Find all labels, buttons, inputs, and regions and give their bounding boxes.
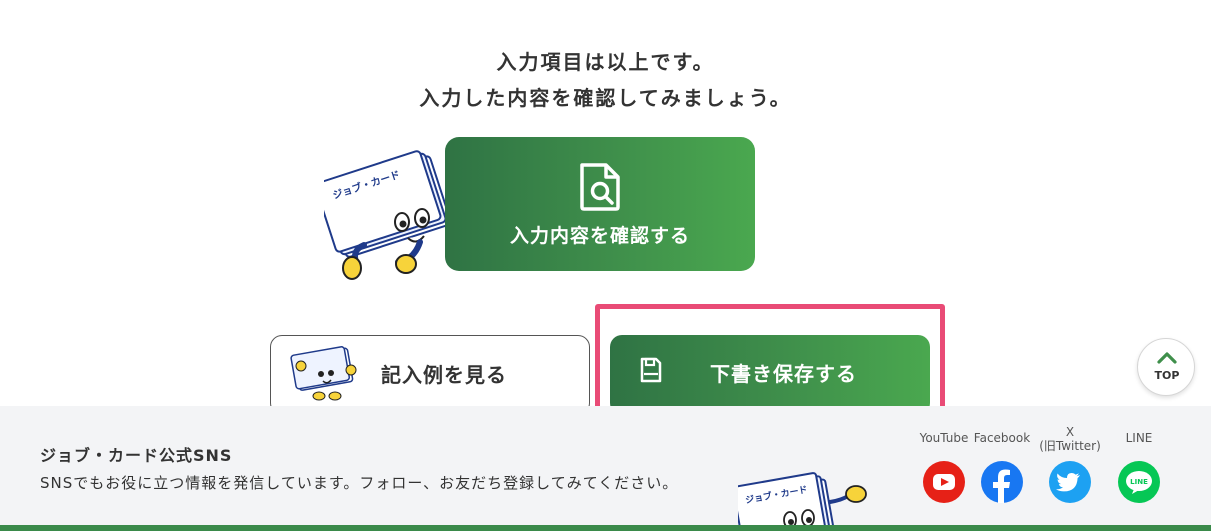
sns-x-label: X (旧Twitter)	[1039, 425, 1101, 453]
line-icon-text: LINE	[1130, 478, 1148, 486]
confirm-input-button[interactable]: 入力内容を確認する	[445, 137, 755, 271]
sns-line-label: LINE	[1125, 431, 1153, 445]
view-example-button[interactable]: 記入例を見る	[270, 335, 590, 415]
sns-facebook-label: Facebook	[973, 431, 1031, 445]
facebook-icon[interactable]	[981, 461, 1023, 503]
sns-line: LINE LINE	[1104, 431, 1174, 503]
completion-line-2: 入力した内容を確認してみましょう。	[419, 86, 792, 110]
view-example-label: 記入例を見る	[381, 363, 507, 387]
line-icon[interactable]: LINE	[1118, 461, 1160, 503]
confirm-input-label: 入力内容を確認する	[509, 225, 690, 247]
save-icon	[640, 357, 662, 383]
save-draft-button[interactable]: 下書き保存する	[610, 335, 930, 415]
twitter-icon[interactable]	[1049, 461, 1091, 503]
youtube-icon[interactable]	[923, 461, 965, 503]
mascot-footer-illustration: ジョブ・カード	[738, 472, 867, 531]
sns-facebook: Facebook	[967, 431, 1037, 503]
back-to-top-button[interactable]: TOP	[1137, 338, 1195, 396]
back-to-top-label: TOP	[1154, 369, 1180, 382]
save-draft-label: 下書き保存する	[710, 362, 857, 386]
completion-message: 入力項目は以上です。 入力した内容を確認してみましょう。	[0, 44, 1211, 116]
document-search-icon	[580, 163, 620, 211]
sns-description: SNSでもお役に立つ情報を発信しています。フォロー、お友だち登録してみてください…	[40, 474, 679, 492]
form-end-section: 入力項目は以上です。 入力した内容を確認してみましょう。 ジョブ・カード 入力内…	[0, 0, 1211, 431]
sns-footer: ジョブ・カード公式SNS SNSでもお役に立つ情報を発信しています。フォロー、お…	[0, 406, 1211, 531]
completion-line-1: 入力項目は以上です。	[496, 50, 715, 74]
sns-x: X (旧Twitter)	[1035, 425, 1105, 503]
sns-title: ジョブ・カード公式SNS	[40, 446, 233, 465]
footer-bottom-bar	[0, 525, 1211, 531]
chevron-up-icon	[1157, 352, 1177, 364]
mascot-mini-illustration	[290, 346, 357, 401]
